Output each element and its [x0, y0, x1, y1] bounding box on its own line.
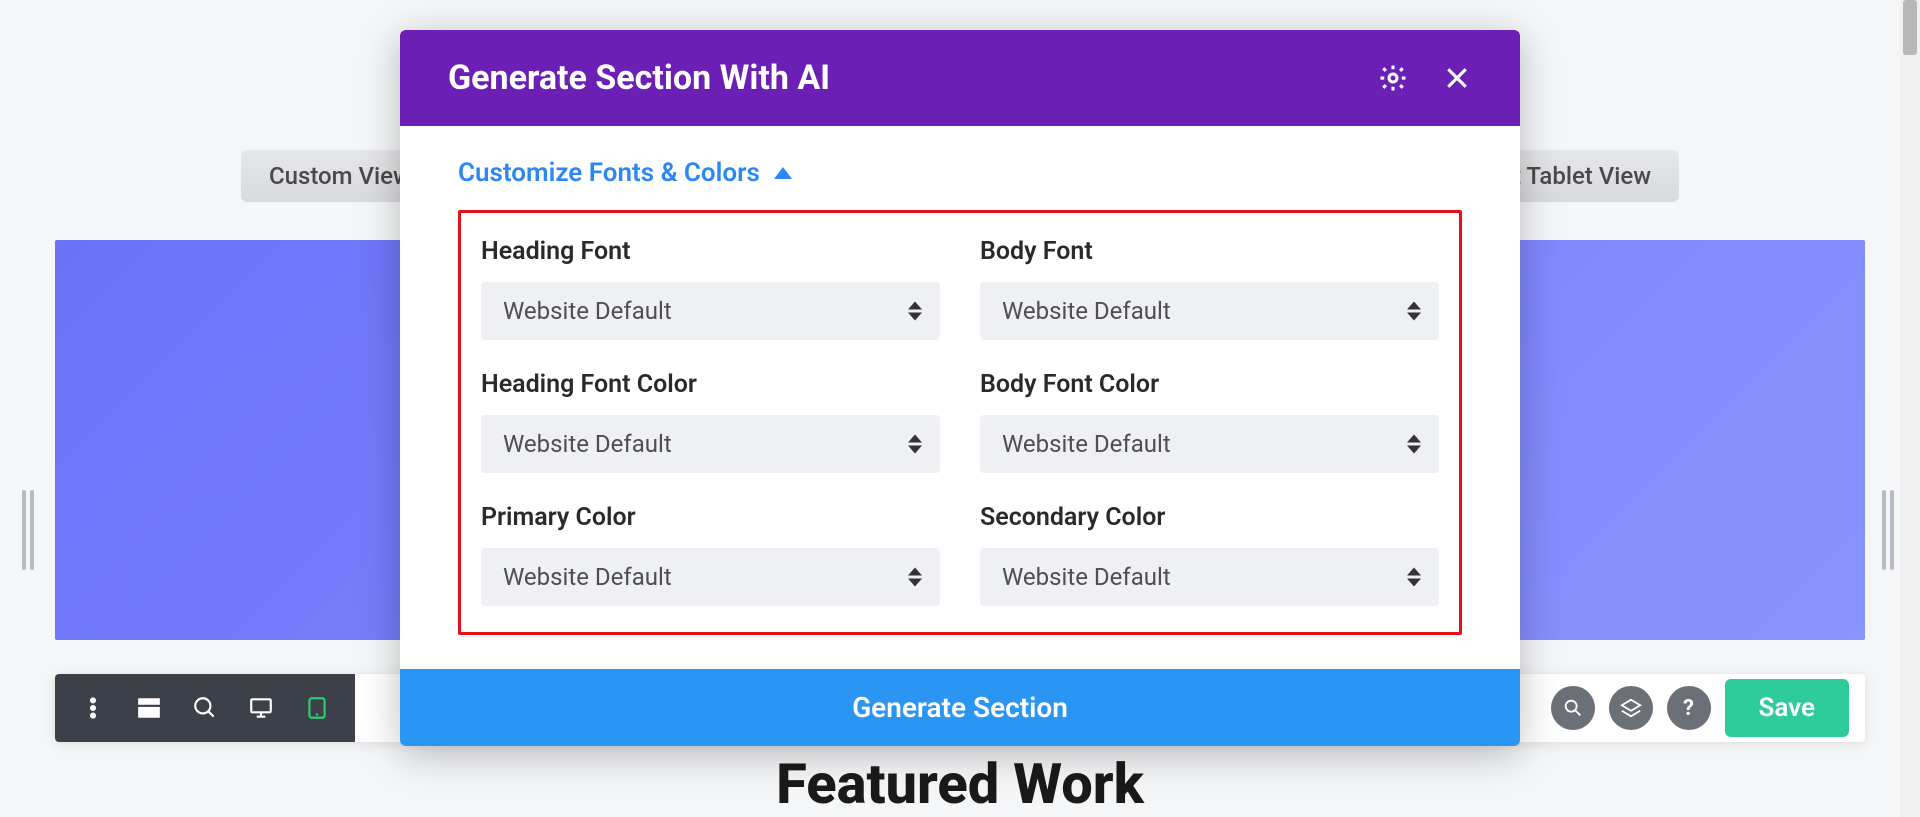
- updown-icon: [1407, 302, 1421, 321]
- search-icon: [1562, 697, 1584, 719]
- select-value: Website Default: [1002, 430, 1171, 458]
- field-label: Primary Color: [481, 503, 940, 532]
- modal-header: Generate Section With AI: [400, 30, 1520, 126]
- heading-font-select[interactable]: Website Default: [481, 282, 940, 340]
- zoom-button[interactable]: [177, 674, 233, 742]
- field-label: Body Font Color: [980, 370, 1439, 399]
- desktop-icon: [248, 695, 274, 721]
- resize-handle-right[interactable]: [1882, 490, 1898, 570]
- field-heading-font-color: Heading Font Color Website Default: [481, 370, 940, 473]
- body-font-color-select[interactable]: Website Default: [980, 415, 1439, 473]
- field-heading-font: Heading Font Website Default: [481, 237, 940, 340]
- select-value: Website Default: [1002, 563, 1171, 591]
- caret-up-icon: [774, 167, 792, 179]
- field-label: Heading Font: [481, 237, 940, 266]
- heading-font-color-select[interactable]: Website Default: [481, 415, 940, 473]
- secondary-color-select[interactable]: Website Default: [980, 548, 1439, 606]
- close-icon: [1442, 63, 1472, 93]
- fonts-colors-panel: Heading Font Website Default Body Font W…: [458, 210, 1462, 635]
- updown-icon: [908, 568, 922, 587]
- updown-icon: [1407, 568, 1421, 587]
- tablet-view-button[interactable]: [289, 674, 345, 742]
- page-scrollbar[interactable]: [1900, 0, 1920, 817]
- gear-icon: [1378, 63, 1408, 93]
- field-label: Heading Font Color: [481, 370, 940, 399]
- toolbar-right-group: ? Save: [1535, 679, 1866, 737]
- updown-icon: [1407, 435, 1421, 454]
- generate-section-button[interactable]: Generate Section: [400, 669, 1520, 746]
- resize-handle-left[interactable]: [22, 490, 38, 570]
- modal-title: Generate Section With AI: [448, 58, 830, 98]
- desktop-view-button[interactable]: [233, 674, 289, 742]
- layers-icon: [1620, 697, 1642, 719]
- modal-body: Customize Fonts & Colors Heading Font We…: [400, 126, 1520, 645]
- question-icon: ?: [1683, 696, 1694, 721]
- settings-button[interactable]: [1378, 63, 1408, 93]
- select-value: Website Default: [503, 430, 672, 458]
- menu-dots-button[interactable]: [65, 674, 121, 742]
- updown-icon: [908, 302, 922, 321]
- body-font-select[interactable]: Website Default: [980, 282, 1439, 340]
- search-circle-button[interactable]: [1551, 686, 1595, 730]
- field-primary-color: Primary Color Website Default: [481, 503, 940, 606]
- wireframe-button[interactable]: [121, 674, 177, 742]
- background-heading: Featured Work: [776, 751, 1144, 817]
- tablet-icon: [304, 695, 330, 721]
- generate-section-modal: Generate Section With AI Customize Fonts…: [400, 30, 1520, 746]
- select-value: Website Default: [503, 297, 672, 325]
- accordion-label: Customize Fonts & Colors: [458, 158, 760, 188]
- close-button[interactable]: [1442, 63, 1472, 93]
- dots-vertical-icon: [80, 695, 106, 721]
- customize-fonts-colors-toggle[interactable]: Customize Fonts & Colors: [458, 152, 1462, 210]
- select-value: Website Default: [503, 563, 672, 591]
- toolbar-left-group: [55, 674, 355, 742]
- search-icon: [192, 695, 218, 721]
- save-button[interactable]: Save: [1725, 679, 1850, 737]
- scrollbar-thumb[interactable]: [1903, 0, 1917, 55]
- field-label: Secondary Color: [980, 503, 1439, 532]
- help-button[interactable]: ?: [1667, 686, 1711, 730]
- select-value: Website Default: [1002, 297, 1171, 325]
- updown-icon: [908, 435, 922, 454]
- layers-button[interactable]: [1609, 686, 1653, 730]
- field-body-font: Body Font Website Default: [980, 237, 1439, 340]
- field-label: Body Font: [980, 237, 1439, 266]
- field-body-font-color: Body Font Color Website Default: [980, 370, 1439, 473]
- primary-color-select[interactable]: Website Default: [481, 548, 940, 606]
- field-secondary-color: Secondary Color Website Default: [980, 503, 1439, 606]
- wireframe-icon: [136, 695, 162, 721]
